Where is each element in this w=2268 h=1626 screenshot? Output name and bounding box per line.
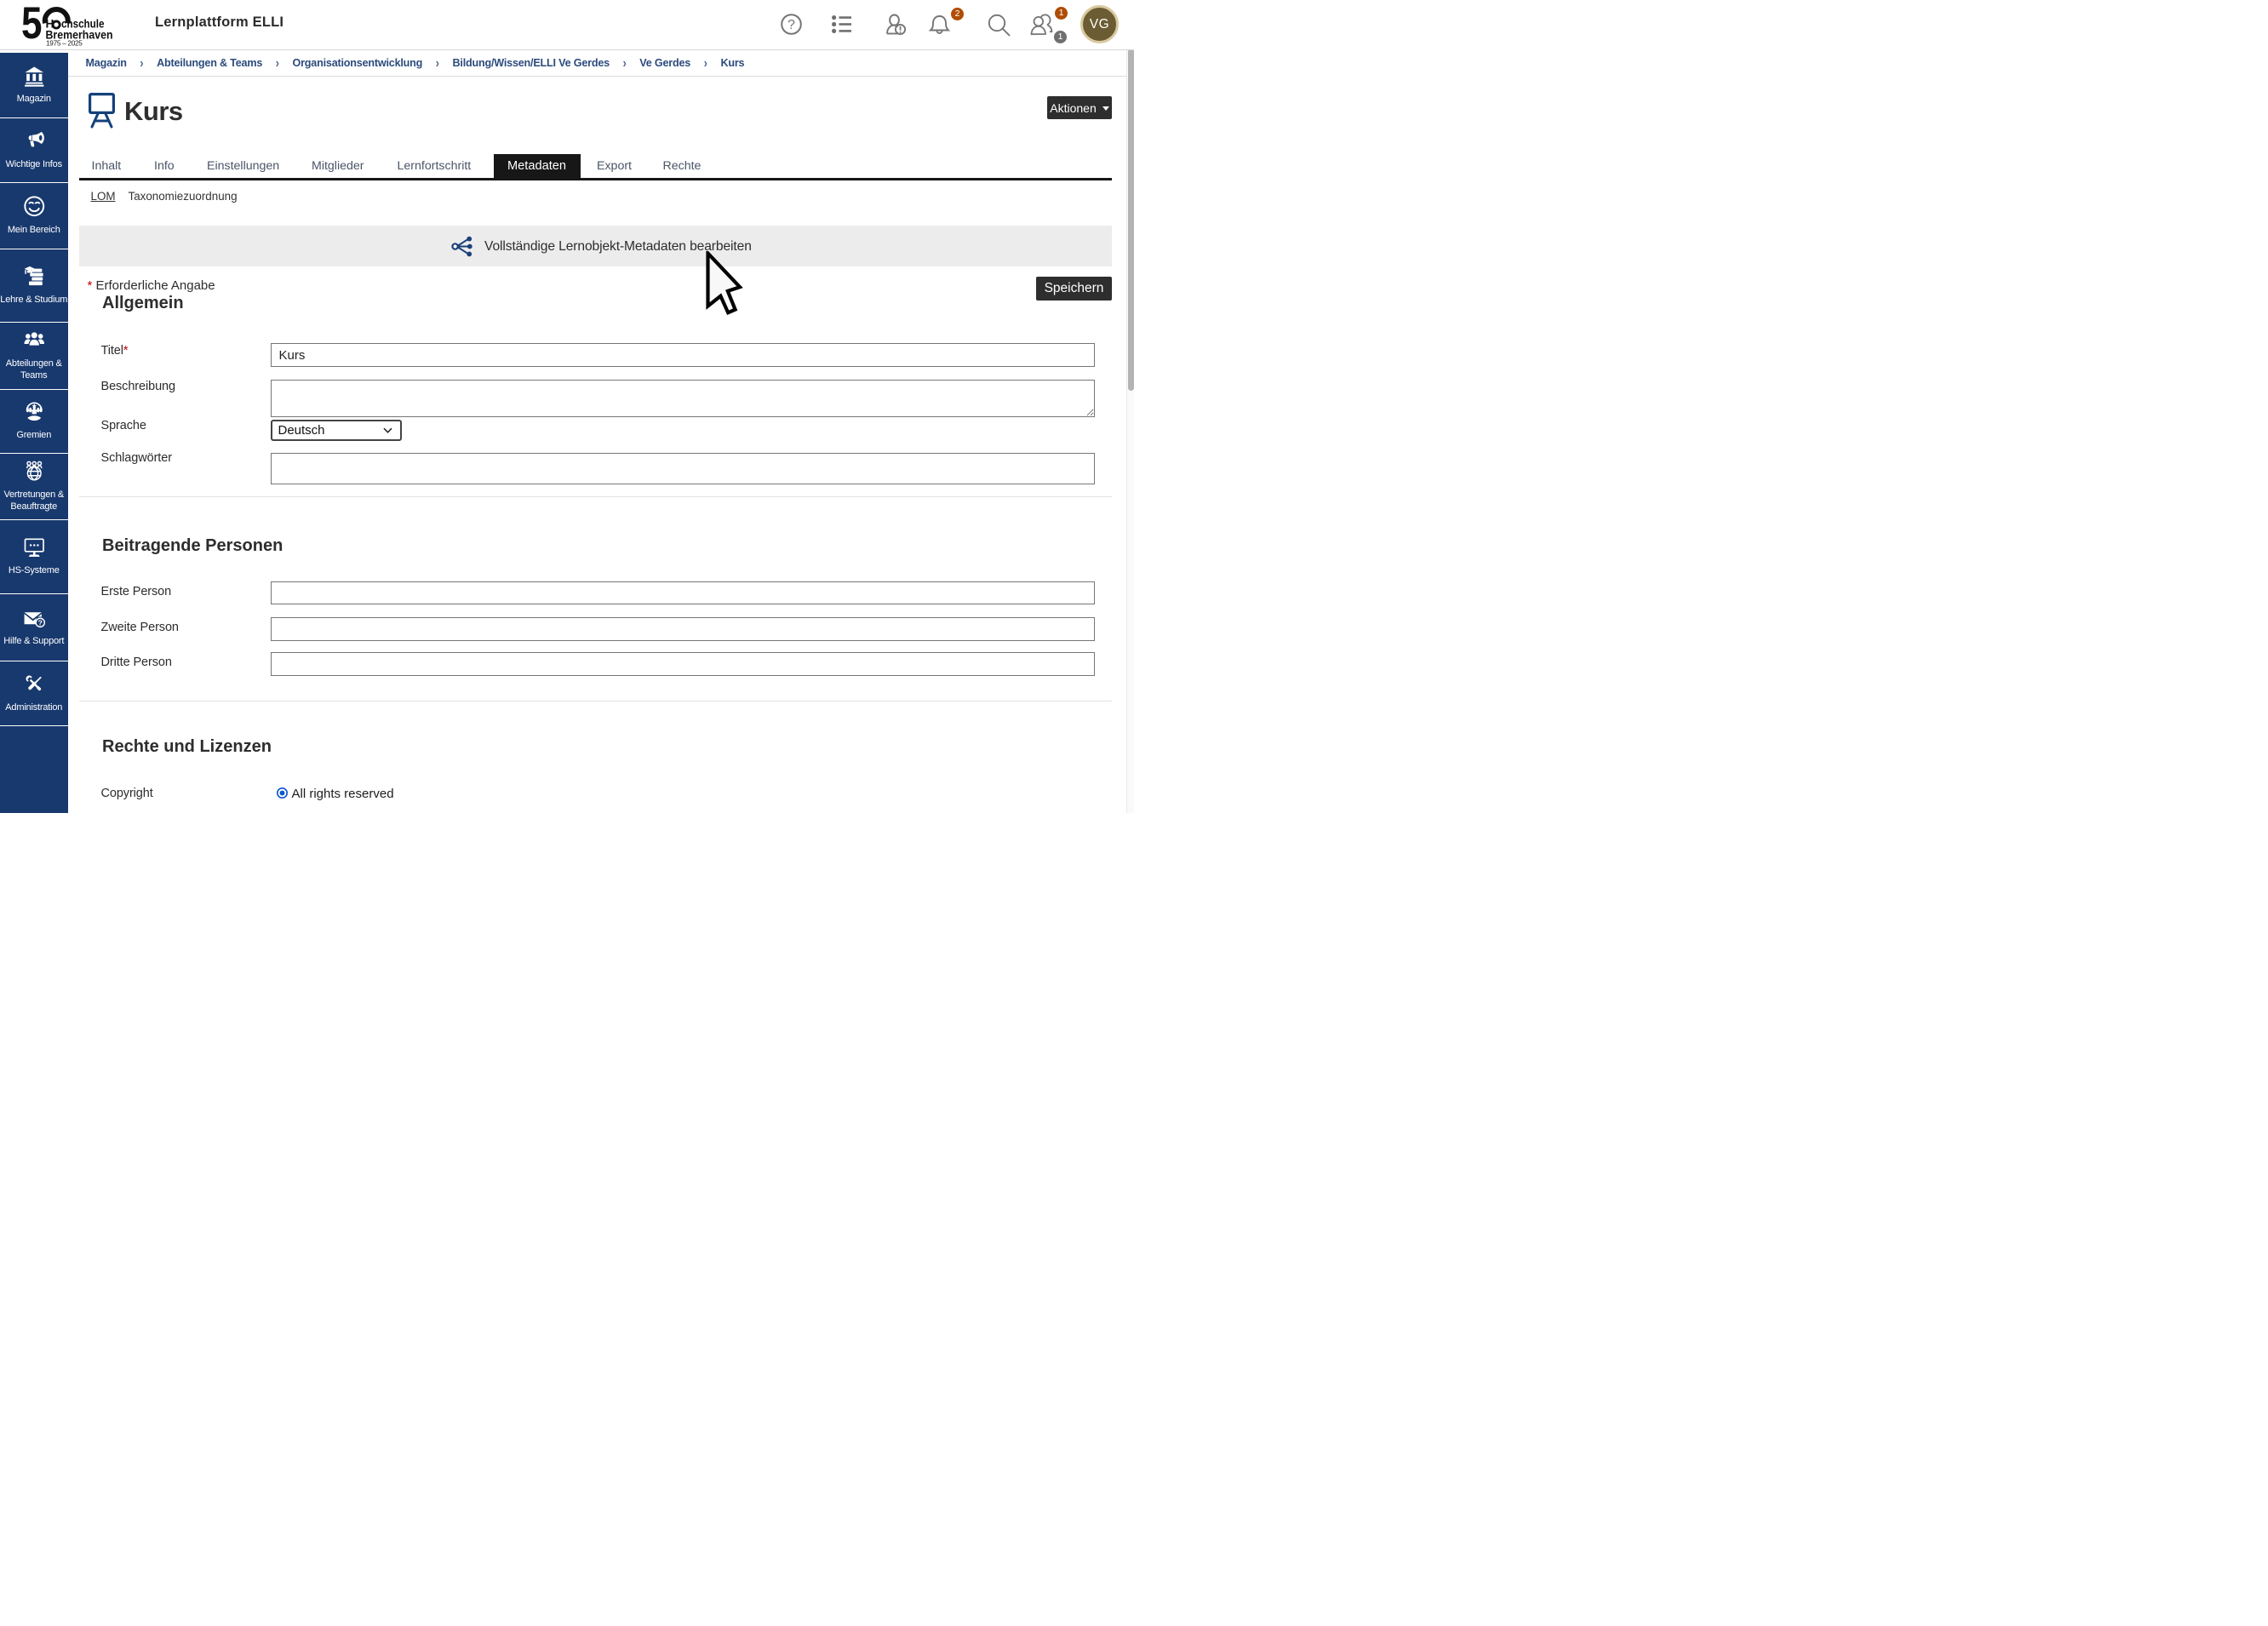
svg-text:5: 5 xyxy=(21,5,43,49)
svg-text:?: ? xyxy=(788,18,795,32)
svg-text:?: ? xyxy=(37,618,42,627)
svg-text:1975 – 2025: 1975 – 2025 xyxy=(46,40,83,48)
